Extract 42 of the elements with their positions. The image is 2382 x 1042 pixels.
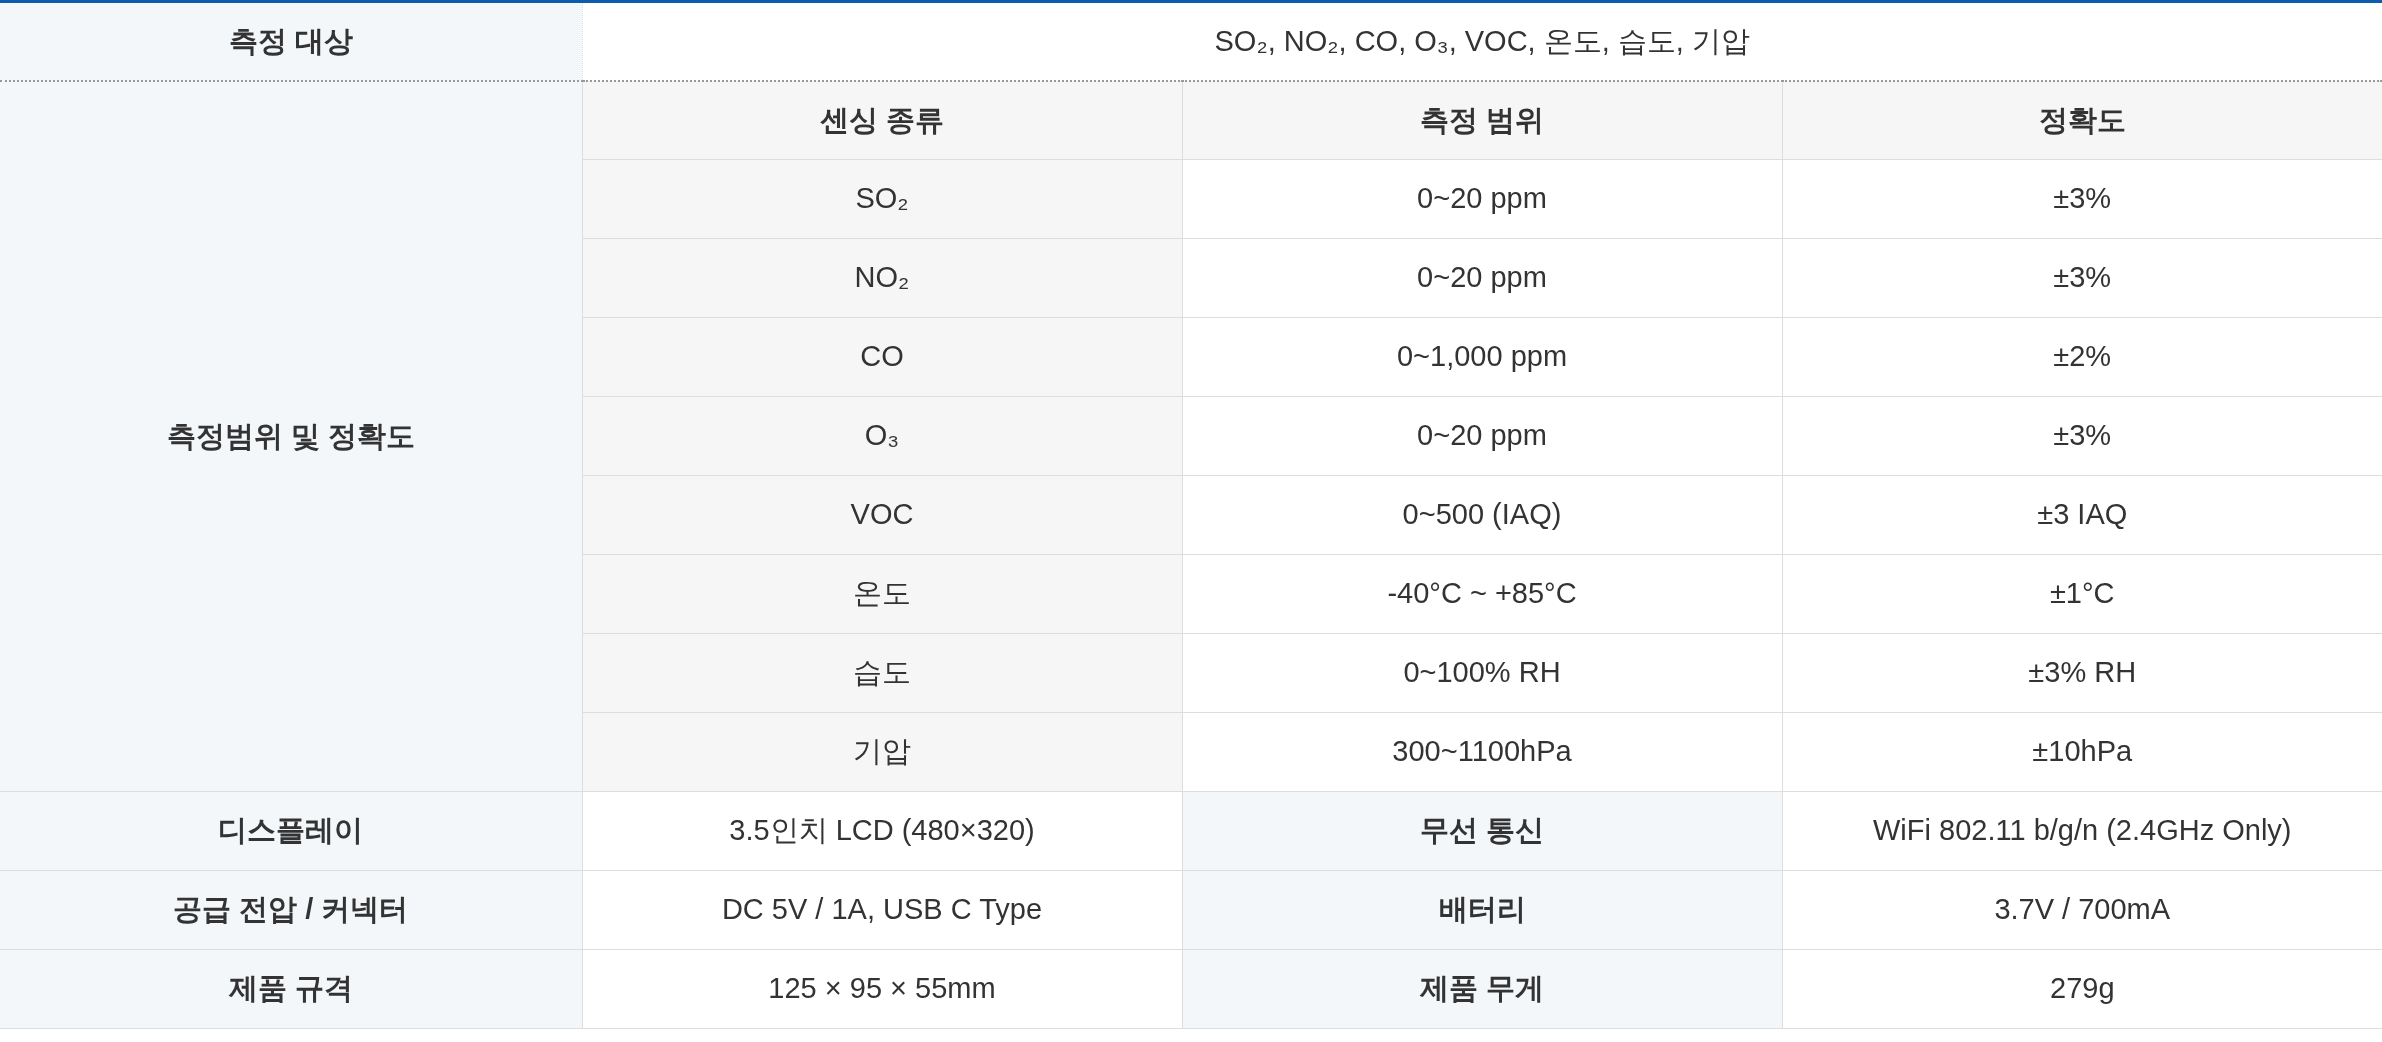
column-header: 정확도 xyxy=(1782,80,2382,160)
table-cell: 0~20 ppm xyxy=(1182,238,1782,318)
row-header: 디스플레이 xyxy=(0,791,582,871)
table-cell: 0~20 ppm xyxy=(1182,159,1782,239)
row-header: 측정 대상 xyxy=(0,1,582,81)
table-cell: -40°C ~ +85°C xyxy=(1182,554,1782,634)
table-cell: ±1°C xyxy=(1782,554,2382,634)
row-header: 무선 통신 xyxy=(1182,791,1782,871)
column-header: 측정 범위 xyxy=(1182,80,1782,160)
table-cell: 125 × 95 × 55mm xyxy=(582,949,1182,1029)
table-cell: 3.5인치 LCD (480×320) xyxy=(582,791,1182,871)
table-cell: 습도 xyxy=(582,633,1182,713)
table-cell: 279g xyxy=(1782,949,2382,1029)
table-cell: 0~20 ppm xyxy=(1182,396,1782,476)
table-cell: WiFi 802.11 b/g/n (2.4GHz Only) xyxy=(1782,791,2382,871)
table-cell: 기압 xyxy=(582,712,1182,792)
table-cell: 0~500 (IAQ) xyxy=(1182,475,1782,555)
table-cell: ±3% RH xyxy=(1782,633,2382,713)
table-cell: 3.7V / 700mA xyxy=(1782,870,2382,950)
row-header: 배터리 xyxy=(1182,870,1782,950)
row-header: 제품 규격 xyxy=(0,949,582,1029)
table-cell: ±2% xyxy=(1782,317,2382,397)
table-cell: DC 5V / 1A, USB C Type xyxy=(582,870,1182,950)
table-cell: ±3% xyxy=(1782,238,2382,318)
table-cell: ±10hPa xyxy=(1782,712,2382,792)
table-cell: O₃ xyxy=(582,396,1182,476)
table-cell: ±3 IAQ xyxy=(1782,475,2382,555)
table-cell: 0~100% RH xyxy=(1182,633,1782,713)
row-header: 제품 무게 xyxy=(1182,949,1782,1029)
table-cell: 0~1,000 ppm xyxy=(1182,317,1782,397)
table-cell: VOC xyxy=(582,475,1182,555)
table-cell: ±3% xyxy=(1782,159,2382,239)
table-cell: SO₂ xyxy=(582,159,1182,239)
row-header: 공급 전압 / 커넥터 xyxy=(0,870,582,950)
table-cell: SO₂, NO₂, CO, O₃, VOC, 온도, 습도, 기압 xyxy=(582,1,2382,81)
table-cell: 300~1100hPa xyxy=(1182,712,1782,792)
table-cell: CO xyxy=(582,317,1182,397)
table-cell: NO₂ xyxy=(582,238,1182,318)
column-header: 센싱 종류 xyxy=(582,80,1182,160)
table-cell: ±3% xyxy=(1782,396,2382,476)
row-header: 측정범위 및 정확도 xyxy=(0,80,582,792)
table-cell: 온도 xyxy=(582,554,1182,634)
